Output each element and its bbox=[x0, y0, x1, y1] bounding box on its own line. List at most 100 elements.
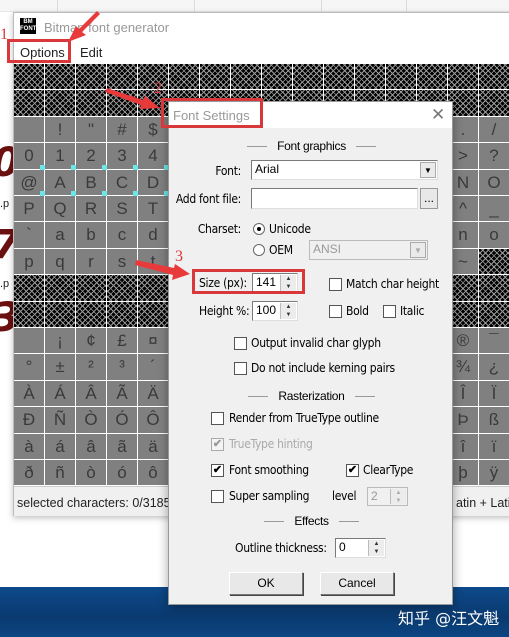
char-cell[interactable]: Ò bbox=[76, 407, 106, 433]
char-cell[interactable]: ô bbox=[138, 460, 168, 486]
font-smoothing-checkbox[interactable]: ✔ bbox=[211, 464, 224, 477]
char-cell[interactable]: Q bbox=[45, 196, 75, 222]
match-char-height-checkbox[interactable] bbox=[329, 278, 342, 291]
char-cell[interactable]: ¢ bbox=[76, 328, 106, 354]
char-cell[interactable]: s bbox=[107, 248, 137, 275]
char-cell[interactable]: ¤ bbox=[138, 328, 168, 354]
cancel-button[interactable]: Cancel bbox=[320, 572, 394, 595]
char-cell[interactable]: T bbox=[138, 196, 168, 222]
render-truetype-checkbox[interactable] bbox=[211, 412, 224, 425]
invalid-char-cell[interactable] bbox=[14, 90, 44, 116]
invalid-char-cell[interactable] bbox=[138, 301, 168, 327]
char-cell[interactable]: ³ bbox=[107, 354, 137, 380]
bold-checkbox[interactable] bbox=[329, 305, 342, 318]
char-cell[interactable]: _ bbox=[479, 196, 509, 222]
invalid-char-cell[interactable] bbox=[417, 64, 447, 90]
char-cell[interactable]: Ô bbox=[138, 407, 168, 433]
add-font-file-input[interactable] bbox=[251, 188, 418, 209]
char-cell[interactable]: @ bbox=[14, 169, 45, 196]
super-sampling-checkbox[interactable] bbox=[211, 490, 224, 503]
char-cell[interactable]: t bbox=[138, 248, 168, 275]
char-cell[interactable]: ¡ bbox=[45, 328, 75, 354]
invalid-char-cell[interactable] bbox=[293, 64, 323, 90]
char-cell[interactable]: / bbox=[479, 116, 509, 143]
char-cell[interactable]: Á bbox=[45, 380, 75, 407]
char-cell[interactable]: Ð bbox=[14, 407, 44, 433]
char-cell[interactable]: Ï bbox=[479, 380, 509, 407]
invalid-char-cell[interactable] bbox=[14, 275, 44, 301]
char-cell[interactable]: ð bbox=[14, 460, 44, 486]
char-cell[interactable]: d bbox=[138, 222, 168, 248]
close-icon[interactable]: ✕ bbox=[431, 105, 445, 125]
invalid-char-cell[interactable] bbox=[76, 301, 106, 327]
char-cell[interactable]: ï bbox=[479, 433, 509, 459]
char-cell[interactable]: à bbox=[14, 433, 44, 459]
charset-unicode-radio[interactable] bbox=[253, 223, 265, 235]
invalid-char-cell[interactable] bbox=[14, 64, 44, 90]
char-cell[interactable]: ã bbox=[107, 433, 137, 459]
char-cell[interactable]: ° bbox=[14, 354, 44, 380]
chevron-down-icon[interactable]: ▼ bbox=[420, 162, 436, 178]
char-cell[interactable]: Ã bbox=[107, 380, 137, 407]
char-cell[interactable]: O bbox=[479, 169, 509, 195]
italic-checkbox[interactable] bbox=[383, 305, 396, 318]
char-cell[interactable]: " bbox=[76, 116, 106, 143]
height-input[interactable]: 100 ▲ ▼ bbox=[252, 301, 298, 321]
invalid-char-cell[interactable] bbox=[76, 64, 106, 90]
invalid-char-cell[interactable] bbox=[76, 275, 106, 301]
char-cell[interactable]: 3 bbox=[107, 143, 138, 170]
invalid-char-cell[interactable] bbox=[45, 301, 75, 327]
char-cell[interactable]: 1 bbox=[45, 143, 76, 170]
char-cell[interactable]: ÿ bbox=[479, 460, 509, 486]
char-cell[interactable]: ò bbox=[76, 460, 106, 486]
invalid-char-cell[interactable] bbox=[479, 275, 509, 301]
invalid-char-cell[interactable] bbox=[76, 90, 106, 116]
char-cell[interactable]: ± bbox=[45, 354, 75, 380]
font-select[interactable]: Arial ▼ bbox=[251, 160, 438, 180]
char-cell[interactable]: q bbox=[45, 248, 75, 275]
invalid-char-cell[interactable] bbox=[231, 64, 261, 90]
invalid-char-cell[interactable] bbox=[45, 275, 75, 301]
char-cell[interactable]: Ó bbox=[107, 407, 137, 433]
invalid-char-cell[interactable] bbox=[479, 90, 509, 116]
char-cell[interactable]: ` bbox=[14, 222, 44, 248]
char-cell[interactable]: B bbox=[76, 169, 107, 196]
char-cell[interactable]: Ñ bbox=[45, 407, 75, 433]
char-cell[interactable]: Ä bbox=[138, 380, 168, 407]
char-cell[interactable]: A bbox=[45, 169, 76, 196]
invalid-char-cell[interactable] bbox=[479, 248, 509, 275]
char-cell[interactable]: ² bbox=[76, 354, 106, 380]
invalid-char-cell[interactable] bbox=[138, 275, 168, 301]
invalid-char-cell[interactable] bbox=[479, 301, 509, 327]
invalid-char-cell[interactable] bbox=[14, 301, 44, 327]
char-cell[interactable]: c bbox=[107, 222, 137, 248]
char-cell[interactable]: á bbox=[45, 433, 75, 459]
char-cell[interactable]: R bbox=[76, 196, 106, 222]
char-cell[interactable]: 2 bbox=[76, 143, 107, 170]
invalid-char-cell[interactable] bbox=[45, 90, 75, 116]
browse-font-file-button[interactable]: ... bbox=[420, 188, 438, 209]
char-cell[interactable]: r bbox=[76, 248, 106, 275]
char-cell[interactable]: ä bbox=[138, 433, 168, 459]
invalid-char-cell[interactable] bbox=[200, 64, 230, 90]
invalid-char-cell[interactable] bbox=[355, 64, 385, 90]
outline-thickness-spinner[interactable]: ▲ ▼ bbox=[368, 540, 384, 556]
height-spinner[interactable]: ▲ ▼ bbox=[280, 303, 296, 319]
invalid-char-cell[interactable] bbox=[138, 64, 168, 90]
char-cell[interactable]: 0 bbox=[14, 143, 45, 170]
char-cell[interactable]: C bbox=[107, 169, 138, 196]
char-cell[interactable]: ó bbox=[107, 460, 137, 486]
invalid-char-cell[interactable] bbox=[45, 64, 75, 90]
charset-oem-radio[interactable] bbox=[253, 244, 265, 256]
invalid-char-cell[interactable] bbox=[479, 64, 509, 90]
cleartype-checkbox[interactable]: ✔ bbox=[346, 464, 359, 477]
char-cell[interactable] bbox=[14, 116, 44, 143]
invalid-char-cell[interactable] bbox=[107, 90, 137, 116]
char-cell[interactable]: D bbox=[138, 169, 169, 196]
char-cell[interactable]: ´ bbox=[138, 354, 168, 380]
char-cell[interactable]: ñ bbox=[45, 460, 75, 486]
invalid-char-cell[interactable] bbox=[169, 64, 199, 90]
char-cell[interactable]: a bbox=[45, 222, 75, 248]
char-cell[interactable]: o bbox=[479, 222, 509, 248]
invalid-char-cell[interactable] bbox=[448, 64, 478, 90]
